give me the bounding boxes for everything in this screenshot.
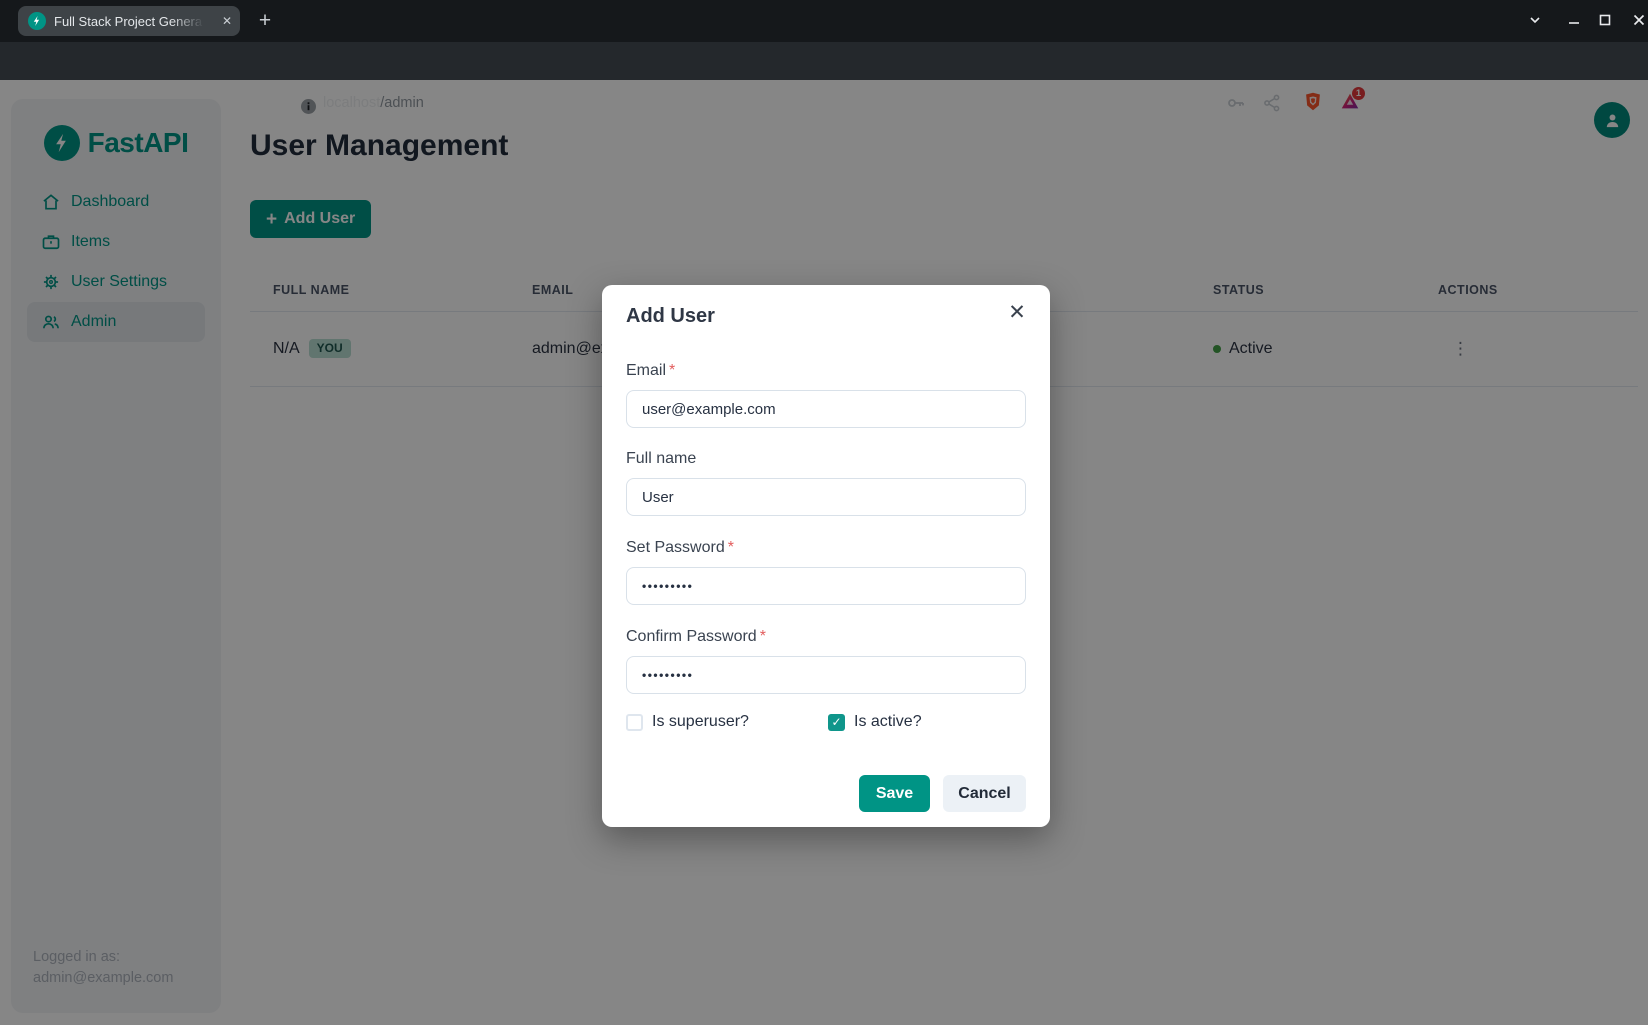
tab-close-icon[interactable]: ✕ <box>222 6 232 36</box>
confirm-password-field[interactable] <box>626 656 1026 694</box>
is-superuser-checkbox[interactable]: Is superuser? <box>626 713 828 731</box>
fastapi-favicon-icon <box>28 12 46 30</box>
checkbox-unchecked-icon[interactable] <box>626 714 643 731</box>
required-asterisk: * <box>760 628 766 645</box>
confirm-password-label: Confirm Password* <box>626 626 1026 648</box>
window-minimize-button[interactable] <box>1564 10 1584 30</box>
checkbox-checked-icon[interactable]: ✓ <box>828 714 845 731</box>
is-active-checkbox[interactable]: ✓ Is active? <box>828 713 1030 731</box>
browser-tab[interactable]: Full Stack Project Genera ✕ <box>18 6 240 36</box>
checkbox-row: Is superuser? ✓ Is active? <box>626 713 1026 731</box>
modal-close-icon[interactable]: ✕ <box>1002 297 1032 327</box>
window-maximize-button[interactable] <box>1595 10 1615 30</box>
modal-buttons: Save Cancel <box>626 775 1026 812</box>
tab-title: Full Stack Project Genera <box>54 14 204 29</box>
required-asterisk: * <box>669 362 675 379</box>
browser-toolbar: localhost/admin 1 <box>0 42 1648 80</box>
set-password-field[interactable] <box>626 567 1026 605</box>
browser-window: Full Stack Project Genera ✕ + <box>0 0 1648 1025</box>
new-tab-button[interactable]: + <box>252 8 278 34</box>
cancel-button[interactable]: Cancel <box>943 775 1026 812</box>
email-field[interactable] <box>626 390 1026 428</box>
is-active-label: Is active? <box>854 713 922 731</box>
save-button[interactable]: Save <box>859 775 930 812</box>
full-name-label: Full name <box>626 448 1026 470</box>
tab-bar: Full Stack Project Genera ✕ + <box>0 0 1648 42</box>
window-close-button[interactable] <box>1629 10 1648 30</box>
tab-search-chevron-icon[interactable] <box>1525 10 1545 30</box>
modal-title: Add User <box>626 303 1026 330</box>
is-superuser-label: Is superuser? <box>652 713 749 731</box>
set-password-label: Set Password* <box>626 537 1026 559</box>
full-name-field[interactable] <box>626 478 1026 516</box>
add-user-modal: Add User ✕ Email* Full name Set Password… <box>602 285 1050 827</box>
email-label: Email* <box>626 360 1026 382</box>
required-asterisk: * <box>728 539 734 556</box>
